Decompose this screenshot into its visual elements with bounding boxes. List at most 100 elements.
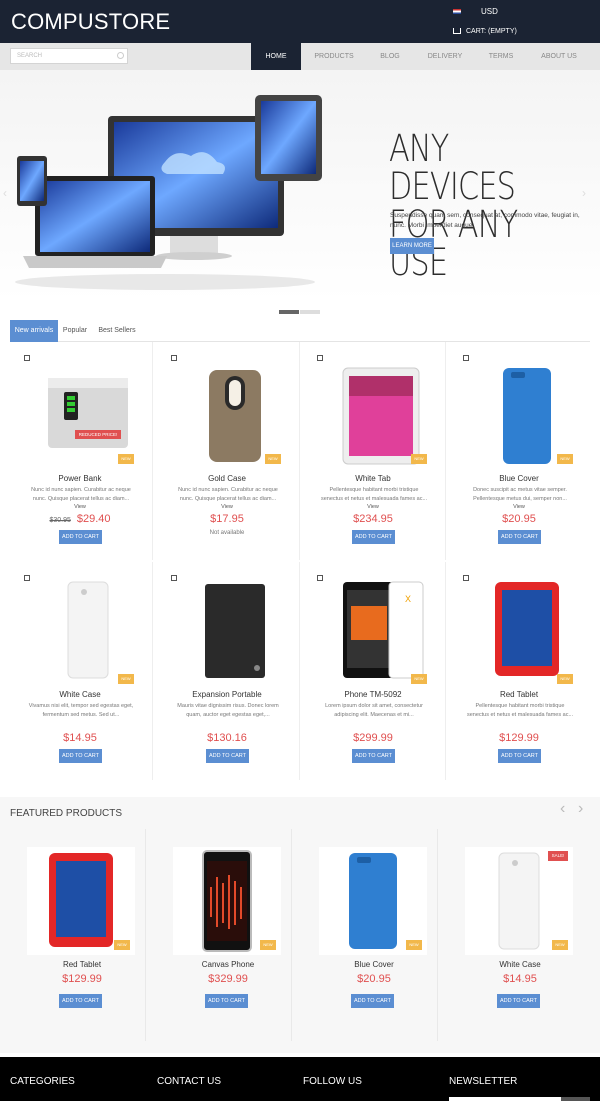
featured-product-name[interactable]: White Case [438,960,600,969]
featured-product-card[interactable]: NEW SALE! White Case $14.95 ADD TO CART [438,829,584,1041]
learn-more-button[interactable]: LEARN MORE [390,238,434,254]
newsletter-input[interactable] [449,1097,561,1101]
add-to-cart-button[interactable]: ADD TO CART [498,749,541,763]
product-name[interactable]: White Tab [300,474,446,483]
footer-newsletter-heading: NEWSLETTER [449,1076,518,1087]
product-description: Donec suscipit ac metus vitae semper. Pe… [473,487,567,502]
slider-dot-1[interactable] [279,310,299,314]
featured-product-image[interactable] [465,847,573,955]
product-card[interactable]: NEW Gold Case Nunc id nunc sapien. Curabit… [154,342,300,560]
product-price: $20.95 [446,513,592,525]
compare-checkbox[interactable] [24,355,30,361]
add-to-cart-button[interactable]: ADD TO CART [351,994,394,1008]
add-to-cart-button[interactable]: ADD TO CART [352,530,395,544]
compare-checkbox[interactable] [171,575,177,581]
nav-about-us[interactable]: ABOUT US [533,43,585,70]
product-image[interactable] [34,362,142,470]
slider-dot-2[interactable] [300,310,320,314]
search-placeholder: SEARCH [17,53,43,59]
tab-best-sellers[interactable]: Best Sellers [95,320,139,342]
featured-product-image[interactable] [27,847,135,955]
featured-next-arrow-icon[interactable]: › [578,800,583,818]
add-to-cart-button[interactable]: ADD TO CART [205,994,248,1008]
add-to-cart-button[interactable]: ADD TO CART [497,994,540,1008]
product-card[interactable]: NEW REDUCED PRICE! Power Bank Nunc id nunc … [7,342,153,560]
product-price: $129.99 [446,732,592,744]
view-link[interactable]: View [300,504,446,510]
product-description: Mauris vitae dignissim risus. Donec lore… [177,703,279,718]
newsletter-submit-button[interactable] [561,1097,590,1101]
product-name[interactable]: Power Bank [7,474,153,483]
product-image[interactable] [327,362,435,470]
featured-product-card[interactable]: NEW Red Tablet $129.99 ADD TO CART [0,829,146,1041]
product-price: $30.95 $29.40 [7,513,153,525]
footer-categories-heading: CATEGORIES [10,1076,75,1087]
product-name[interactable]: White Case [7,690,153,699]
featured-product-image[interactable] [173,847,281,955]
compare-checkbox[interactable] [317,355,323,361]
featured-product-name[interactable]: Canvas Phone [146,960,310,969]
product-image[interactable] [473,362,581,470]
product-card[interactable]: NEW Blue Cover Donec suscipit ac metus vit… [446,342,592,560]
store-logo[interactable]: COMPUSTORE [11,9,170,35]
product-tabs: New arrivals Popular Best Sellers [10,320,590,342]
nav-blog[interactable]: BLOG [370,43,410,70]
product-image[interactable]: X [327,576,435,684]
add-to-cart-button[interactable]: ADD TO CART [352,749,395,763]
featured-product-card[interactable]: NEW Blue Cover $20.95 ADD TO CART [292,829,438,1041]
product-card[interactable]: NEW Red Tablet Pellentesque habitant morbi… [446,562,592,780]
product-name[interactable]: Phone TM-5092 [300,690,446,699]
product-image[interactable] [34,576,142,684]
compare-checkbox[interactable] [463,355,469,361]
product-image[interactable] [181,362,289,470]
new-badge: NEW [557,674,573,684]
nav-home[interactable]: HOME [251,43,301,70]
featured-product-name[interactable]: Red Tablet [0,960,164,969]
add-to-cart-button[interactable]: ADD TO CART [59,749,102,763]
search-icon[interactable] [117,52,124,59]
product-image[interactable] [181,576,289,684]
featured-product-name[interactable]: Blue Cover [292,960,456,969]
cart-link[interactable]: CART: (EMPTY) [453,28,517,35]
add-to-cart-button[interactable]: ADD TO CART [206,749,249,763]
add-to-cart-button[interactable]: ADD TO CART [59,530,102,544]
compare-checkbox[interactable] [171,355,177,361]
view-link[interactable]: View [7,504,153,510]
nav-products[interactable]: PRODUCTS [307,43,361,70]
product-card[interactable]: NEW White Tab Pellentesque habitant morbi … [300,342,446,560]
featured-product-card[interactable]: NEW Canvas Phone $329.99 ADD TO CART [146,829,292,1041]
search-input[interactable]: SEARCH [10,48,128,64]
featured-prev-arrow-icon[interactable]: ‹ [560,800,565,818]
compare-checkbox[interactable] [317,575,323,581]
product-image[interactable] [473,576,581,684]
product-name[interactable]: Blue Cover [446,474,592,483]
cart-icon [453,28,461,35]
nav-delivery[interactable]: DELIVERY [420,43,470,70]
product-name[interactable]: Gold Case [154,474,300,483]
product-name[interactable]: Expansion Portable [154,690,300,699]
product-card[interactable]: NEW White Case Vivamus nisi elit, tempor s… [7,562,153,780]
product-card[interactable]: Expansion Portable Mauris vitae dignissim… [154,562,300,780]
currency-selector[interactable]: USD [453,7,498,16]
current-price: $234.95 [353,513,393,525]
white-case-image-icon [465,847,573,955]
add-to-cart-button[interactable]: ADD TO CART [59,994,102,1008]
nav-terms[interactable]: TERMS [480,43,522,70]
featured-product-image[interactable] [319,847,427,955]
compare-checkbox[interactable] [24,575,30,581]
product-card[interactable]: X NEW Phone TM-5092 Lorem ipsum dolor sit a… [300,562,446,780]
view-link[interactable]: View [154,504,300,510]
hero-prev-arrow-icon[interactable]: ‹ [3,186,7,200]
hero-next-arrow-icon[interactable]: › [582,186,586,200]
hard-drive-image-icon [181,576,289,684]
current-price: $17.95 [210,513,244,525]
view-link[interactable]: View [446,504,592,510]
add-to-cart-button[interactable]: ADD TO CART [498,530,541,544]
product-name[interactable]: Red Tablet [446,690,592,699]
current-price: $14.95 [63,732,97,744]
product-price: $17.95 [154,513,300,525]
tab-new-arrivals[interactable]: New arrivals [10,320,58,342]
tab-popular[interactable]: Popular [60,320,90,342]
new-badge: NEW [411,674,427,684]
compare-checkbox[interactable] [463,575,469,581]
